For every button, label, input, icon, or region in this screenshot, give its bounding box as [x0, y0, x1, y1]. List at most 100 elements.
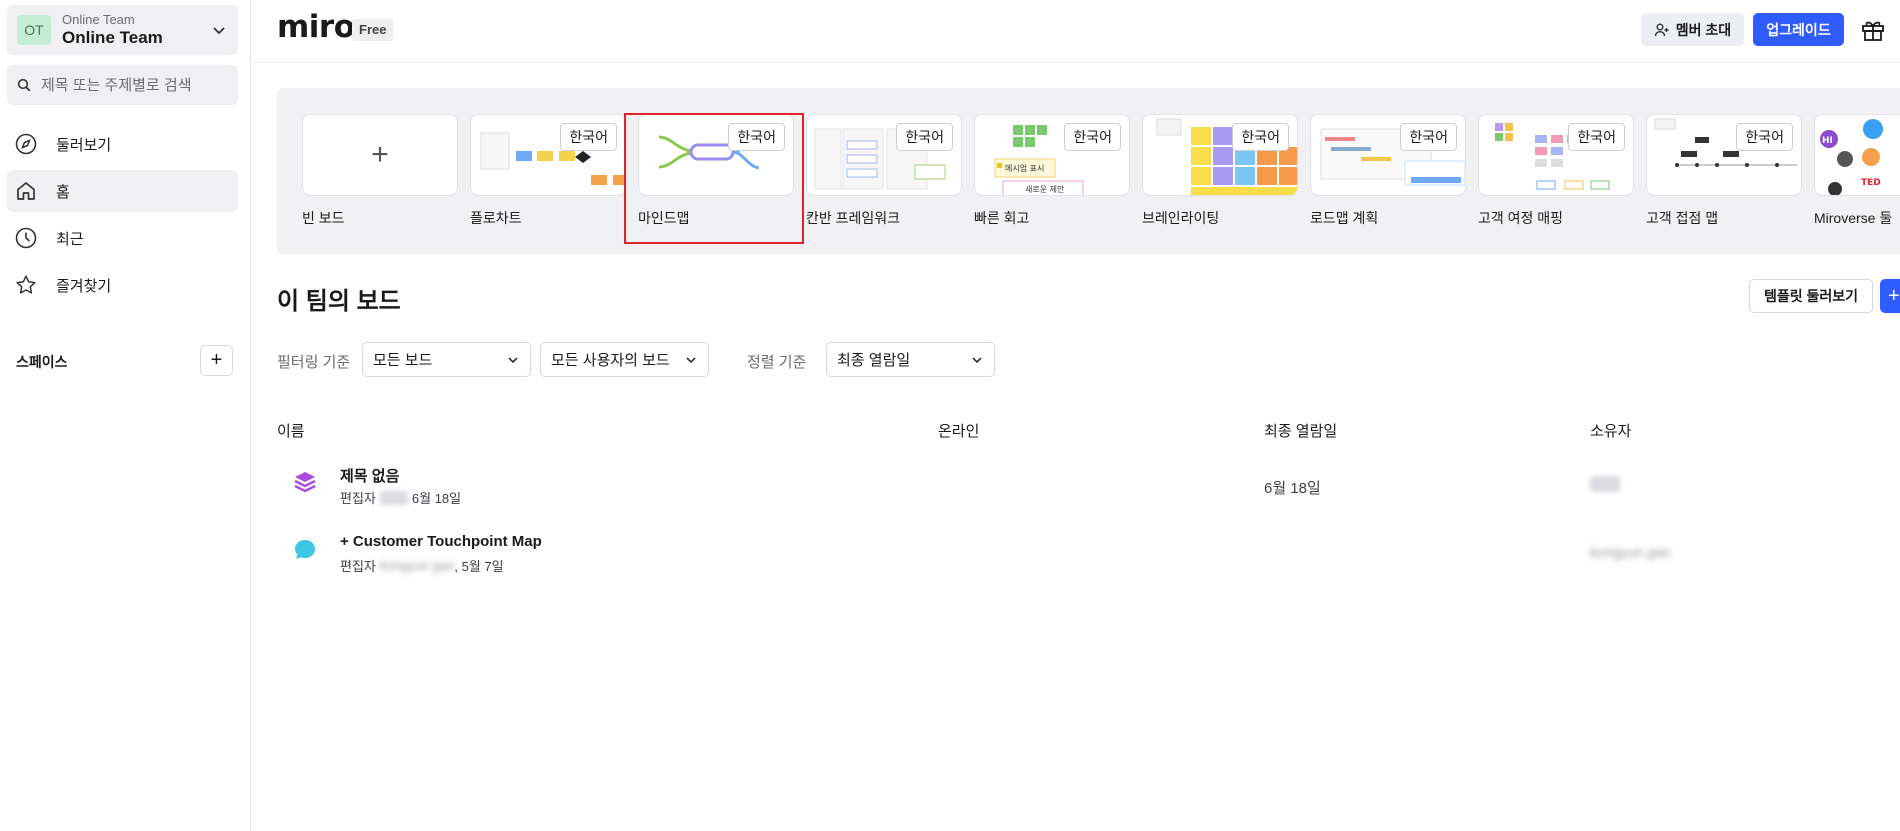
team-name: Online Team	[62, 28, 163, 47]
team-text: Online Team Online Team	[62, 12, 210, 48]
spaces-title: 스페이스	[16, 354, 68, 370]
sort-dropdown[interactable]: 최종 열람일	[826, 342, 995, 377]
layers-icon	[294, 472, 316, 493]
sidebar-item-explore[interactable]: 둘러보기	[7, 123, 238, 165]
dropdown-value: 모든 사용자의 보드	[551, 352, 670, 369]
templates-strip: + 빈 보드 한국어 플로차트 한국어 마인드맵 한국어 칸반 프레임워크 메시…	[277, 88, 1900, 254]
template-name: 칸반 프레임워크	[806, 210, 901, 226]
invite-label: 멤버 초대	[1675, 21, 1732, 38]
team-sub-label: Online Team	[62, 12, 135, 27]
chat-bubble-icon	[295, 540, 315, 559]
template-roadmap[interactable]: 한국어 로드맵 계획	[1310, 114, 1466, 228]
board-meta: 편집자 6월 18일	[340, 488, 461, 507]
editor-date: 6월 18일	[411, 491, 462, 506]
editor-prefix: 편집자	[340, 491, 376, 506]
template-blank[interactable]: + 빈 보드	[302, 114, 458, 228]
template-thumbnail[interactable]: HI TED	[1814, 114, 1900, 196]
new-board-button[interactable]: +	[1880, 279, 1900, 313]
editor-prefix: 편집자	[340, 559, 376, 574]
sidebar-item-label: 홈	[56, 183, 70, 201]
highlight-box	[624, 113, 804, 244]
plus-icon: +	[371, 138, 389, 171]
browse-templates-button[interactable]: 템플릿 둘러보기	[1749, 279, 1873, 313]
template-customer-touchpoint[interactable]: 한국어 고객 접점 맵	[1646, 114, 1802, 228]
template-name: 빠른 회고	[974, 210, 1030, 226]
upgrade-button[interactable]: 업그레이드	[1753, 13, 1844, 46]
board-filter-dropdown[interactable]: 모든 보드	[362, 342, 531, 377]
clock-icon	[15, 227, 37, 249]
template-miroverse[interactable]: HI TED Miroverse 둘	[1814, 114, 1900, 228]
miro-logo[interactable]: miro	[277, 9, 355, 45]
language-badge: 한국어	[1064, 123, 1121, 151]
editor-name-redacted	[379, 490, 408, 505]
chevron-down-icon	[213, 27, 225, 35]
miroverse-preview-icon: HI TED	[1820, 119, 1883, 195]
template-thumbnail[interactable]: 한국어	[1646, 114, 1802, 196]
sidebar-item-home[interactable]: 홈	[7, 170, 238, 212]
template-thumbnail[interactable]: 한국어	[1142, 114, 1298, 196]
sidebar-item-label: 즐겨찾기	[56, 277, 112, 295]
template-name: 플로차트	[470, 210, 522, 226]
template-kanban[interactable]: 한국어 칸반 프레임워크	[806, 114, 962, 228]
team-avatar: OT	[17, 15, 51, 45]
template-name: 브레인라이팅	[1142, 210, 1220, 226]
top-header: miro Free 멤버 초대 업그레이드	[252, 0, 1900, 63]
template-thumbnail[interactable]: +	[302, 114, 458, 196]
sidebar-nav: 둘러보기 홈 최근 즐겨찾기	[7, 123, 238, 311]
owner-filter-dropdown[interactable]: 모든 사용자의 보드	[540, 342, 709, 377]
miroverse-badge-label: HI	[1822, 136, 1833, 146]
add-user-icon	[1654, 23, 1669, 36]
filter-label: 필터링 기준	[277, 354, 351, 371]
template-thumbnail[interactable]: 메시업 표시 새로운 제안 한국어	[974, 114, 1130, 196]
template-name: 빈 보드	[302, 210, 345, 226]
search-input[interactable]	[41, 76, 221, 94]
table-row[interactable]: 제목 없음 편집자 6월 18일 6월 18일	[277, 456, 1877, 512]
board-title[interactable]: 제목 없음	[340, 465, 399, 486]
owner-redacted	[1590, 476, 1620, 492]
add-space-button[interactable]: +	[200, 345, 233, 376]
language-badge: 한국어	[1736, 123, 1793, 151]
miroverse-badge-label: TED	[1861, 178, 1881, 188]
template-thumbnail[interactable]: 한국어	[806, 114, 962, 196]
language-badge: 한국어	[1232, 123, 1289, 151]
column-header-last-viewed[interactable]: 최종 열람일	[1264, 420, 1337, 441]
search-box[interactable]	[7, 65, 238, 105]
sidebar-item-favorites[interactable]: 즐겨찾기	[7, 264, 238, 306]
template-brainwriting[interactable]: 한국어 브레인라이팅	[1142, 114, 1298, 228]
sidebar: OT Online Team Online Team 둘러보기 홈 최근 즐겨찾…	[0, 0, 251, 831]
dropdown-value: 모든 보드	[373, 352, 433, 369]
language-badge: 한국어	[896, 123, 953, 151]
template-thumbnail[interactable]: 한국어	[1478, 114, 1634, 196]
sort-label: 정렬 기준	[747, 354, 807, 371]
column-header-online: 온라인	[938, 423, 980, 440]
board-title[interactable]: + Customer Touchpoint Map	[340, 533, 542, 550]
chevron-down-icon	[972, 356, 982, 363]
star-icon	[16, 275, 36, 294]
table-row[interactable]: + Customer Touchpoint Map 편집자 kongyun ga…	[277, 524, 1877, 580]
board-meta: 편집자 kongyun gan , 5월 7일	[340, 556, 504, 575]
plan-badge: Free	[352, 19, 394, 41]
template-name: 고객 여정 매핑	[1478, 210, 1564, 226]
template-thumbnail[interactable]: 한국어	[470, 114, 626, 196]
column-header-name[interactable]: 이름	[277, 420, 305, 441]
chevron-down-icon	[686, 356, 696, 363]
column-header-owner: 소유자	[1590, 423, 1632, 440]
language-badge: 한국어	[1568, 123, 1625, 151]
home-icon	[17, 182, 35, 200]
invite-members-button[interactable]: 멤버 초대	[1641, 13, 1744, 46]
sidebar-item-recent[interactable]: 최근	[7, 217, 238, 259]
gift-icon[interactable]	[1860, 16, 1886, 42]
search-icon	[17, 78, 31, 92]
language-badge: 한국어	[560, 123, 617, 151]
template-name: Miroverse 둘	[1814, 210, 1893, 226]
template-name: 로드맵 계획	[1310, 210, 1379, 226]
sidebar-item-label: 최근	[56, 230, 84, 248]
template-customer-journey[interactable]: 한국어 고객 여정 매핑	[1478, 114, 1634, 228]
retro-card-label: 메시업 표시	[1005, 164, 1044, 173]
template-thumbnail[interactable]: 한국어	[1310, 114, 1466, 196]
template-quick-retro[interactable]: 메시업 표시 새로운 제안 한국어 빠른 회고	[974, 114, 1130, 228]
owner-name: kongyun gan	[1590, 544, 1671, 560]
team-switcher[interactable]: OT Online Team Online Team	[7, 5, 238, 55]
template-flowchart[interactable]: 한국어 플로차트	[470, 114, 626, 228]
language-badge: 한국어	[1400, 123, 1457, 151]
